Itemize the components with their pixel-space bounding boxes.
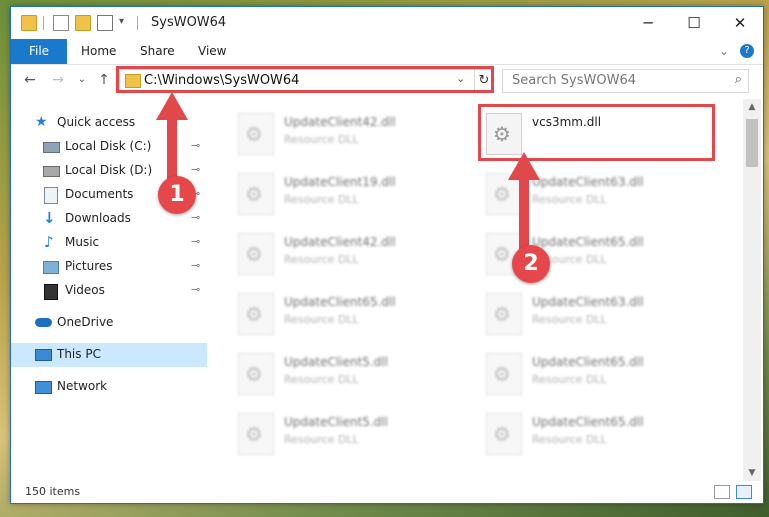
step-2-badge: 2 — [512, 245, 550, 283]
step-1-badge: 1 — [158, 176, 196, 214]
arrow-2-shaft — [519, 176, 529, 250]
arrow-2-head — [508, 152, 540, 180]
arrow-1-head — [156, 92, 188, 120]
callout-arrows — [156, 92, 540, 250]
